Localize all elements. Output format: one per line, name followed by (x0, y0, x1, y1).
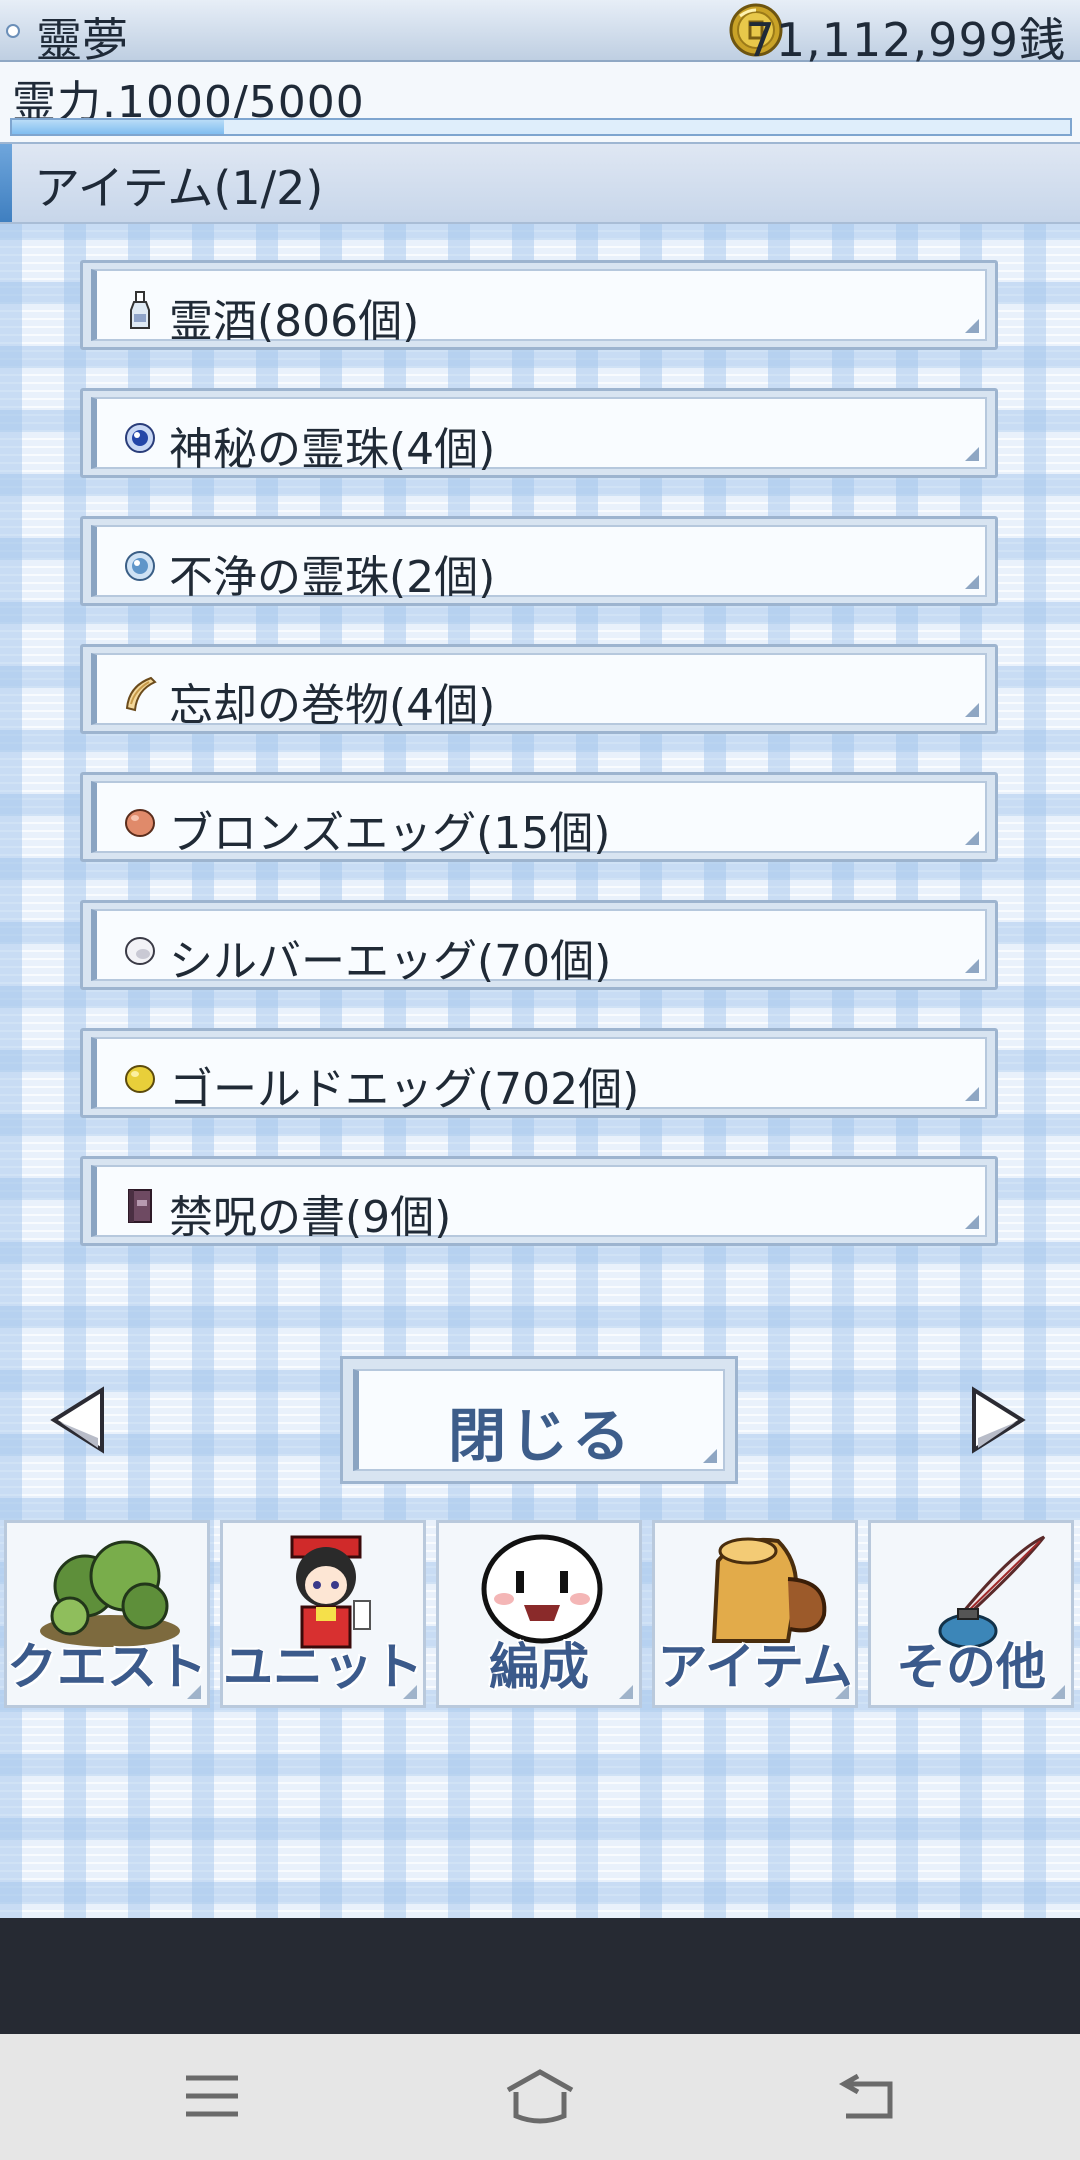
item-button-face: 不浄の霊珠(2個) (91, 525, 987, 603)
item-label: シルバーエッグ(70個) (169, 936, 612, 987)
scroll-icon (125, 676, 157, 712)
arrow-left-icon[interactable] (50, 1386, 106, 1454)
status-dot-icon (6, 24, 20, 38)
spirit-power-gauge-fill (12, 120, 224, 134)
corner-mark (965, 959, 979, 973)
spirit-power-panel: 霊力.1000/5000 (0, 62, 1080, 144)
menu-icon[interactable] (172, 2064, 252, 2128)
light-orb-icon (125, 551, 155, 581)
menu-label: その他 (895, 1637, 1047, 1697)
book-icon (128, 1189, 152, 1223)
menu-label: クエスト (6, 1637, 208, 1697)
item-button-impure-orb[interactable]: 不浄の霊珠(2個) (80, 516, 998, 606)
corner-mark (965, 447, 979, 461)
item-button-gold-egg[interactable]: ゴールドエッグ(702個) (80, 1028, 998, 1118)
item-button-oblivion-scroll[interactable]: 忘却の巻物(4個) (80, 644, 998, 734)
item-button-mystic-orb[interactable]: 神秘の霊珠(4個) (80, 388, 998, 478)
menu-other-button[interactable]: その他 (868, 1520, 1074, 1708)
item-label: ゴールドエッグ(702個) (169, 1064, 640, 1115)
close-button[interactable]: 閉じる (340, 1356, 738, 1484)
blue-orb-icon (125, 423, 155, 453)
corner-mark (1051, 1685, 1065, 1699)
item-button-face: 神秘の霊珠(4個) (91, 397, 987, 475)
close-button-label: 閉じる (447, 1402, 634, 1470)
menu-formation-button[interactable]: 編成 (436, 1520, 642, 1708)
item-label: 不浄の霊珠(2個) (169, 552, 496, 603)
corner-mark (965, 575, 979, 589)
title-bar: 靈夢 71,112,999銭 (0, 0, 1080, 67)
close-button-face: 閉じる (353, 1369, 725, 1471)
back-icon[interactable] (828, 2064, 908, 2128)
item-label: 禁呪の書(9個) (169, 1192, 452, 1243)
bottle-icon (130, 291, 150, 329)
character-name: 靈夢 (36, 13, 128, 67)
menu-item-button[interactable]: アイテム (652, 1520, 858, 1708)
item-button-face: 禁呪の書(9個) (91, 1165, 987, 1243)
section-header: アイテム(1/2) (0, 144, 1080, 224)
arrow-right-icon[interactable] (970, 1386, 1026, 1454)
item-label: 霊酒(806個) (169, 296, 420, 347)
corner-mark (965, 319, 979, 333)
corner-mark (965, 831, 979, 845)
item-button-face: ゴールドエッグ(702個) (91, 1037, 987, 1115)
silver-egg-icon (125, 937, 155, 965)
money-amount: 71,112,999銭 (745, 13, 1066, 67)
menu-label: 編成 (488, 1637, 590, 1697)
menu-unit-button[interactable]: ユニット (220, 1520, 426, 1708)
item-button-reishu[interactable]: 霊酒(806個) (80, 260, 998, 350)
item-button-silver-egg[interactable]: シルバーエッグ(70個) (80, 900, 998, 990)
section-accent (0, 144, 12, 222)
system-nav-bar (0, 2034, 1080, 2160)
home-icon[interactable] (500, 2064, 580, 2128)
item-label: 忘却の巻物(4個) (169, 680, 496, 731)
corner-mark (965, 703, 979, 717)
corner-mark (965, 1087, 979, 1101)
spirit-power-gauge (10, 118, 1072, 136)
menu-label: ユニット (222, 1637, 424, 1697)
item-button-face: ブロンズエッグ(15個) (91, 781, 987, 859)
ad-banner-area (0, 1918, 1080, 2034)
item-label: ブロンズエッグ(15個) (169, 808, 611, 859)
item-button-face: 霊酒(806個) (91, 269, 987, 347)
corner-mark (835, 1685, 849, 1699)
menu-label: アイテム (657, 1637, 854, 1697)
item-button-face: 忘却の巻物(4個) (91, 653, 987, 731)
item-button-bronze-egg[interactable]: ブロンズエッグ(15個) (80, 772, 998, 862)
corner-mark (187, 1685, 201, 1699)
gold-egg-icon (125, 1065, 155, 1093)
bronze-egg-icon (125, 809, 155, 837)
corner-mark (619, 1685, 633, 1699)
item-button-forbidden-book[interactable]: 禁呪の書(9個) (80, 1156, 998, 1246)
section-title: アイテム(1/2) (34, 161, 324, 215)
corner-mark (403, 1685, 417, 1699)
corner-mark (965, 1215, 979, 1229)
corner-mark (703, 1449, 717, 1463)
game-screen: 靈夢 71,112,999銭 霊力.1000/5000 アイテム(1/2) 霊酒… (0, 0, 1080, 2160)
item-label: 神秘の霊珠(4個) (169, 424, 496, 475)
menu-quest-button[interactable]: クエスト (4, 1520, 210, 1708)
item-button-face: シルバーエッグ(70個) (91, 909, 987, 987)
